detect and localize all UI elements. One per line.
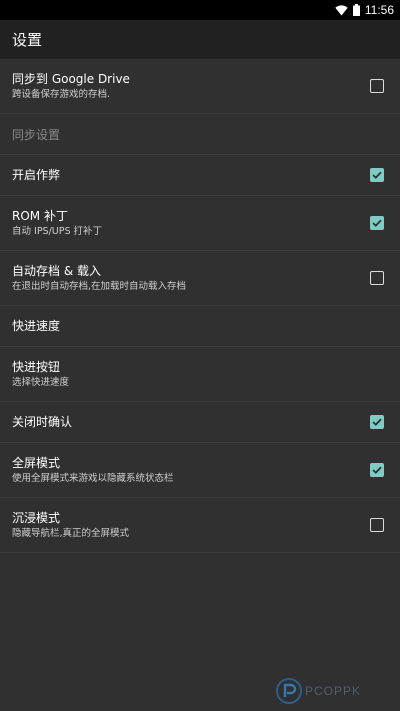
setting-title: ROM 补丁 bbox=[12, 208, 68, 223]
setting-title: 沉浸模式 bbox=[12, 510, 61, 525]
setting-immersive-mode[interactable]: 沉浸模式 隐藏导航栏,真正的全屏模式 bbox=[0, 498, 400, 553]
setting-title: 关闭时确认 bbox=[12, 414, 73, 429]
fullscreen-mode-checkbox[interactable] bbox=[370, 463, 384, 477]
setting-google-drive-sync[interactable]: 同步到 Google Drive 跨设备保存游戏的存档. bbox=[0, 59, 400, 114]
setting-summary: 自动 IPS/UPS 打补丁 bbox=[12, 225, 103, 237]
setting-enable-cheats[interactable]: 开启作弊 bbox=[0, 155, 400, 196]
wifi-icon bbox=[335, 4, 348, 16]
auto-save-load-checkbox[interactable] bbox=[370, 271, 384, 285]
battery-icon bbox=[352, 4, 360, 16]
setting-title: 全屏模式 bbox=[12, 455, 61, 470]
setting-fullscreen-mode[interactable]: 全屏模式 使用全屏模式来游戏以隐藏系统状态栏 bbox=[0, 443, 400, 498]
setting-rom-patch[interactable]: ROM 补丁 自动 IPS/UPS 打补丁 bbox=[0, 196, 400, 251]
setting-summary: 在退出时自动存档,在加载时自动载入存档 bbox=[12, 280, 187, 292]
app-bar: 设置 bbox=[0, 20, 400, 59]
settings-screen: 11:56 设置 同步到 Google Drive 跨设备保存游戏的存档. 同步… bbox=[0, 0, 400, 711]
settings-list: 同步到 Google Drive 跨设备保存游戏的存档. 同步设置 开启作弊 R… bbox=[0, 59, 400, 553]
checkmark-icon bbox=[372, 418, 382, 426]
setting-auto-save-load[interactable]: 自动存档 & 载入 在退出时自动存档,在加载时自动载入存档 bbox=[0, 251, 400, 306]
setting-fast-forward-speed[interactable]: 快进速度 bbox=[0, 306, 400, 347]
status-time: 11:56 bbox=[364, 3, 394, 17]
setting-title: 快进按钮 bbox=[12, 359, 61, 374]
category-sync-settings: 同步设置 bbox=[0, 114, 400, 155]
setting-title: 开启作弊 bbox=[12, 167, 61, 182]
watermark-logo-icon bbox=[276, 678, 302, 704]
setting-fast-forward-button[interactable]: 快进按钮 选择快进速度 bbox=[0, 347, 400, 402]
watermark: PCOPPK bbox=[276, 678, 361, 704]
setting-summary: 选择快进速度 bbox=[12, 376, 70, 388]
setting-summary: 跨设备保存游戏的存档. bbox=[12, 88, 111, 100]
checkmark-icon bbox=[372, 171, 382, 179]
rom-patch-checkbox[interactable] bbox=[370, 216, 384, 230]
confirm-on-close-checkbox[interactable] bbox=[370, 415, 384, 429]
page-title: 设置 bbox=[12, 31, 43, 49]
setting-title: 快进速度 bbox=[12, 318, 61, 333]
google-drive-sync-checkbox[interactable] bbox=[370, 79, 384, 93]
checkmark-icon bbox=[372, 219, 382, 227]
enable-cheats-checkbox[interactable] bbox=[370, 168, 384, 182]
category-title: 同步设置 bbox=[12, 127, 61, 142]
setting-title: 自动存档 & 载入 bbox=[12, 263, 101, 278]
status-bar: 11:56 bbox=[0, 0, 400, 20]
immersive-mode-checkbox[interactable] bbox=[370, 518, 384, 532]
setting-summary: 使用全屏模式来游戏以隐藏系统状态栏 bbox=[12, 472, 174, 484]
checkmark-icon bbox=[372, 466, 382, 474]
setting-confirm-on-close[interactable]: 关闭时确认 bbox=[0, 402, 400, 443]
setting-title: 同步到 Google Drive bbox=[12, 71, 130, 86]
setting-summary: 隐藏导航栏,真正的全屏模式 bbox=[12, 527, 130, 539]
watermark-text: PCOPPK bbox=[305, 684, 362, 698]
